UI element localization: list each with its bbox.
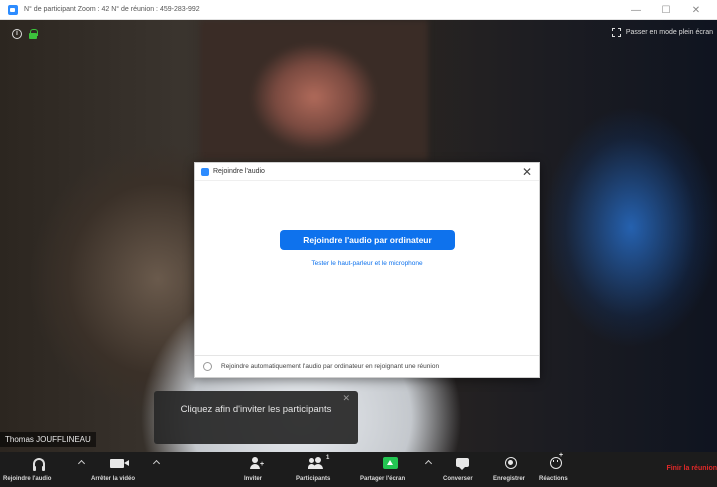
stop-video-label: Arrêter la vidéo — [91, 476, 136, 482]
end-meeting-button[interactable]: Finir la réunion — [666, 465, 717, 472]
tooltip-text: Cliquez afin d'inviter les participants — [180, 404, 332, 415]
minimize-button[interactable]: — — [621, 5, 651, 16]
participants-label: Participants — [296, 476, 331, 482]
share-options-caret[interactable] — [424, 458, 433, 468]
participants-icon: 1 — [308, 455, 329, 469]
reactions-button[interactable]: + Réactions — [537, 452, 577, 487]
title-bar: N° de participant Zoom : 42 N° de réunio… — [0, 0, 717, 20]
auto-join-label[interactable]: Rejoindre automatiquement l'audio par or… — [221, 363, 439, 370]
add-person-icon: + — [249, 457, 264, 469]
maximize-button[interactable]: ☐ — [651, 5, 681, 16]
video-camera-icon — [110, 459, 129, 468]
chevron-up-icon — [152, 459, 161, 468]
share-screen-label: Partager l'écran — [360, 476, 406, 482]
share-screen-button[interactable]: Partager l'écran — [356, 452, 422, 487]
dialog-close-button[interactable]: ✕ — [522, 165, 532, 179]
participant-name-label: Thomas JOUFFLINEAU — [0, 432, 96, 447]
join-audio-dialog: Rejoindre l'audio ✕ Rejoindre l'audio pa… — [194, 162, 540, 378]
invite-label: Inviter — [244, 476, 263, 482]
share-screen-icon — [383, 457, 398, 469]
reaction-smiley-icon: + — [550, 452, 563, 469]
invite-button[interactable]: + Inviter — [238, 452, 274, 487]
chat-icon — [456, 458, 469, 470]
window-controls: — ☐ ✕ — [621, 0, 711, 20]
audio-options-caret[interactable] — [77, 458, 86, 468]
record-label: Enregistrer — [493, 476, 526, 482]
dialog-title-bar: Rejoindre l'audio — [195, 163, 539, 181]
participants-count: 1 — [326, 455, 330, 461]
stop-video-button[interactable]: Arrêter la vidéo — [90, 452, 152, 487]
meeting-status-icons: i — [12, 29, 38, 39]
zoom-app-icon — [8, 4, 18, 15]
chat-label: Converser — [443, 476, 473, 482]
join-audio-label: Rejoindre l'audio — [3, 476, 52, 482]
fullscreen-icon — [611, 28, 621, 37]
dialog-title: Rejoindre l'audio — [213, 168, 265, 175]
lock-icon[interactable] — [29, 29, 38, 39]
record-icon — [505, 457, 517, 469]
participants-button[interactable]: 1 Participants — [292, 452, 344, 487]
test-speaker-mic-link[interactable]: Tester le haut-parleur et le microphone — [195, 260, 539, 267]
meeting-toolbar: Rejoindre l'audio Arrêter la vidéo + Inv… — [0, 452, 717, 487]
chevron-up-icon — [77, 459, 86, 468]
zoom-dialog-icon — [201, 167, 209, 176]
info-icon[interactable]: i — [12, 29, 22, 39]
chevron-up-icon — [424, 459, 433, 468]
join-computer-audio-button[interactable]: Rejoindre l'audio par ordinateur — [280, 230, 455, 250]
reactions-label: Réactions — [539, 476, 568, 482]
headphone-icon — [33, 458, 45, 471]
close-window-button[interactable]: ✕ — [681, 5, 711, 16]
auto-join-checkbox[interactable] — [203, 362, 212, 371]
record-button[interactable]: Enregistrer — [489, 452, 535, 487]
dialog-footer: Rejoindre automatiquement l'audio par or… — [195, 355, 539, 377]
fullscreen-label: Passer en mode plein écran — [625, 29, 713, 36]
participant-video-feed — [200, 20, 428, 160]
video-options-caret[interactable] — [152, 458, 161, 468]
join-audio-button[interactable]: Rejoindre l'audio — [0, 452, 76, 487]
chat-button[interactable]: Converser — [440, 452, 484, 487]
fullscreen-button[interactable]: Passer en mode plein écran — [611, 28, 713, 37]
invite-tooltip: ✕ Cliquez afin d'inviter les participant… — [154, 391, 358, 444]
window-title: N° de participant Zoom : 42 N° de réunio… — [24, 6, 200, 13]
